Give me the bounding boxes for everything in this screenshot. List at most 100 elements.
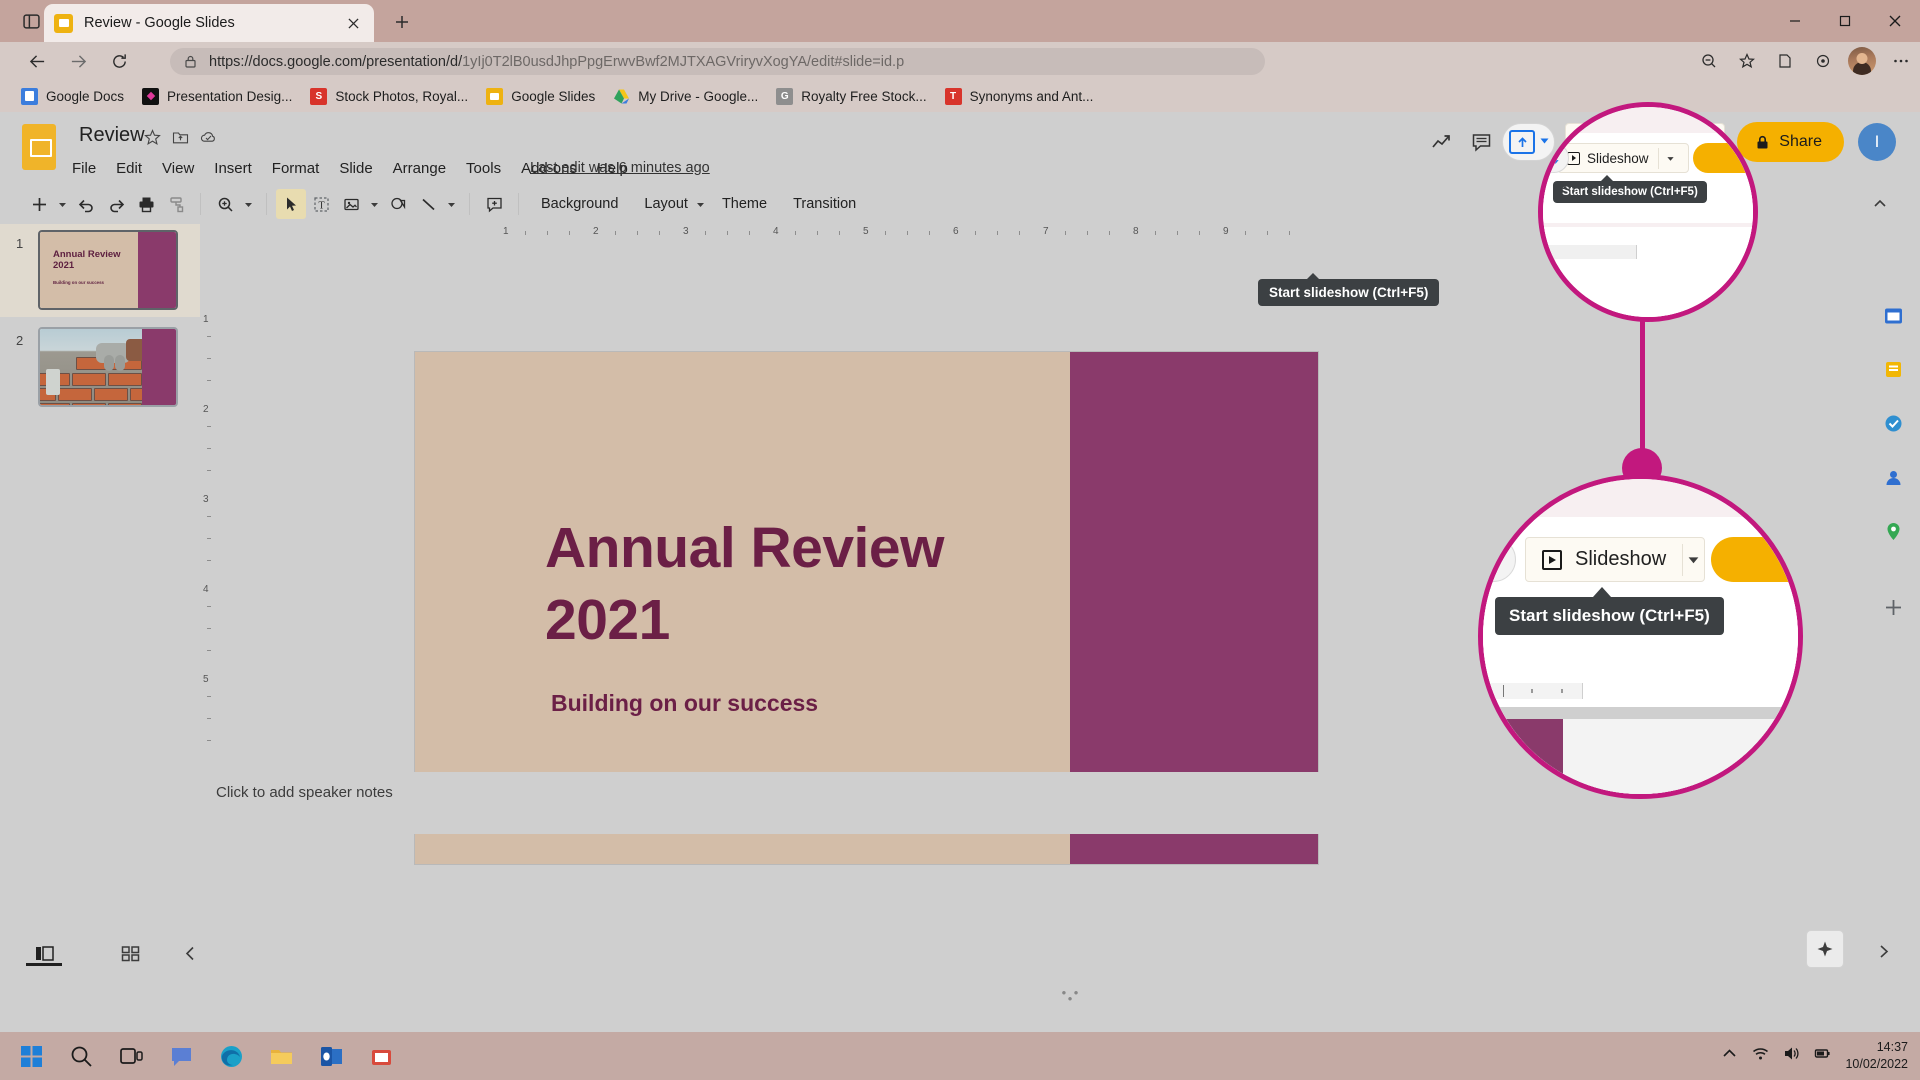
callout-connector — [1640, 310, 1645, 460]
bookmark-item[interactable]: Presentation Desig... — [133, 83, 301, 109]
star-icon[interactable] — [140, 125, 164, 149]
cloud-saved-icon[interactable] — [196, 125, 220, 149]
minimize-icon[interactable] — [1770, 0, 1820, 42]
account-avatar[interactable]: I — [1858, 123, 1896, 161]
bookmark-item[interactable]: G Royalty Free Stock... — [767, 83, 935, 109]
layout-dropdown-icon[interactable] — [692, 189, 709, 219]
magnified-share-button-lg — [1711, 537, 1798, 582]
calendar-icon[interactable] — [1876, 298, 1910, 332]
taskbar-clock[interactable]: 14:37 10/02/2022 — [1845, 1039, 1908, 1073]
bookmark-item[interactable]: S Stock Photos, Royal... — [301, 83, 477, 109]
notes-resize-grip[interactable]: • • • — [1058, 986, 1084, 1005]
move-to-folder-icon[interactable] — [168, 125, 192, 149]
browser-essentials-icon[interactable] — [1804, 42, 1842, 80]
comment-icon[interactable] — [1462, 123, 1500, 161]
text-box-icon[interactable]: T — [306, 189, 336, 219]
add-slide-dropdown-icon[interactable] — [54, 189, 71, 219]
paint-format-icon[interactable] — [161, 189, 191, 219]
select-cursor-icon[interactable] — [276, 189, 306, 219]
print-icon[interactable] — [131, 189, 161, 219]
ruler-tick — [705, 231, 706, 235]
docs-icon — [21, 87, 38, 105]
line-icon[interactable] — [413, 189, 443, 219]
slide-thumbnail[interactable] — [38, 327, 178, 407]
theme-button[interactable]: Theme — [709, 191, 780, 217]
slide-thumbnail[interactable]: Annual Review 2021 Building on our succes… — [38, 230, 178, 310]
start-icon[interactable] — [8, 1034, 54, 1078]
add-on-icon[interactable] — [1876, 590, 1910, 624]
chevron-up-icon[interactable] — [1721, 1045, 1738, 1067]
profile-avatar[interactable] — [1848, 47, 1876, 75]
bookmark-item[interactable]: Google Slides — [477, 83, 604, 109]
add-favorite-icon[interactable] — [1728, 42, 1766, 80]
slide-title-text[interactable]: Annual Review 2021 — [545, 512, 1105, 657]
settings-more-icon[interactable] — [1882, 42, 1920, 80]
explorer-icon[interactable] — [258, 1034, 304, 1078]
zoom-out-icon[interactable] — [1690, 42, 1728, 80]
transition-button[interactable]: Transition — [780, 191, 869, 217]
search-icon[interactable] — [58, 1034, 104, 1078]
bookmark-item[interactable]: My Drive - Google... — [604, 83, 767, 109]
menu-arrange[interactable]: Arrange — [383, 157, 456, 180]
battery-icon[interactable] — [1814, 1045, 1831, 1067]
ruler-tick — [795, 231, 796, 235]
undo-icon[interactable] — [71, 189, 101, 219]
zoom-dropdown-icon[interactable] — [240, 189, 257, 219]
tab-list-icon[interactable] — [18, 9, 44, 33]
menu-edit[interactable]: Edit — [106, 157, 152, 180]
filmstrip-slide-2[interactable]: 2 — [0, 321, 200, 414]
insert-image-icon[interactable] — [336, 189, 366, 219]
grid-view-icon[interactable] — [114, 938, 146, 968]
keep-icon[interactable] — [1876, 352, 1910, 386]
new-tab-button[interactable] — [388, 9, 416, 35]
chat-icon[interactable] — [158, 1034, 204, 1078]
back-icon[interactable] — [22, 47, 52, 75]
collections-icon[interactable] — [1766, 42, 1804, 80]
reload-icon[interactable] — [104, 47, 134, 75]
close-icon[interactable] — [342, 12, 364, 34]
outlook-icon[interactable] — [308, 1034, 354, 1078]
ruler-tick — [997, 231, 998, 235]
forward-icon[interactable] — [63, 47, 93, 75]
expand-icon[interactable] — [1868, 936, 1898, 966]
task-view-icon[interactable] — [108, 1034, 154, 1078]
redo-icon[interactable] — [101, 189, 131, 219]
line-dropdown-icon[interactable] — [443, 189, 460, 219]
menu-tools[interactable]: Tools — [456, 157, 511, 180]
ruler-mark: 6 — [953, 226, 959, 237]
activity-dashboard-icon[interactable] — [1422, 123, 1460, 161]
add-slide-icon[interactable] — [24, 189, 54, 219]
address-bar[interactable]: https://docs.google.com/presentation/d/1… — [170, 48, 1265, 75]
menu-file[interactable]: File — [62, 157, 106, 180]
bookmark-item[interactable]: T Synonyms and Ant... — [936, 83, 1103, 109]
bookmark-item[interactable]: Google Docs — [12, 83, 133, 109]
zoom-icon[interactable] — [210, 189, 240, 219]
layout-button[interactable]: Layout — [631, 191, 692, 217]
explore-button[interactable] — [1806, 930, 1844, 968]
image-dropdown-icon[interactable] — [366, 189, 383, 219]
filmstrip-slide-1[interactable]: 1 Annual Review 2021 Building on our succ… — [0, 224, 200, 317]
add-comment-icon[interactable] — [479, 189, 509, 219]
tasks-icon[interactable] — [1876, 406, 1910, 440]
store-icon[interactable] — [358, 1034, 404, 1078]
close-window-icon[interactable] — [1870, 0, 1920, 42]
browser-tab[interactable]: Review - Google Slides — [44, 4, 374, 42]
maps-icon[interactable] — [1876, 514, 1910, 548]
collapse-toolbar-icon[interactable] — [1866, 190, 1894, 218]
contacts-icon[interactable] — [1876, 460, 1910, 494]
menu-insert[interactable]: Insert — [204, 157, 262, 180]
menu-format[interactable]: Format — [262, 157, 330, 180]
maximize-icon[interactable] — [1820, 0, 1870, 42]
document-title[interactable]: Review — [79, 124, 145, 147]
menu-view[interactable]: View — [152, 157, 204, 180]
background-button[interactable]: Background — [528, 191, 631, 217]
collapse-panel-icon[interactable] — [174, 938, 206, 968]
slide-subtitle-text[interactable]: Building on our success — [551, 690, 818, 717]
volume-icon[interactable] — [1783, 1045, 1800, 1067]
last-edit-status[interactable]: Last edit was 6 minutes ago — [530, 160, 710, 176]
wifi-icon[interactable] — [1752, 1045, 1769, 1067]
share-button[interactable]: Share — [1737, 122, 1844, 162]
menu-slide[interactable]: Slide — [329, 157, 382, 180]
edge-icon[interactable] — [208, 1034, 254, 1078]
shape-icon[interactable] — [383, 189, 413, 219]
